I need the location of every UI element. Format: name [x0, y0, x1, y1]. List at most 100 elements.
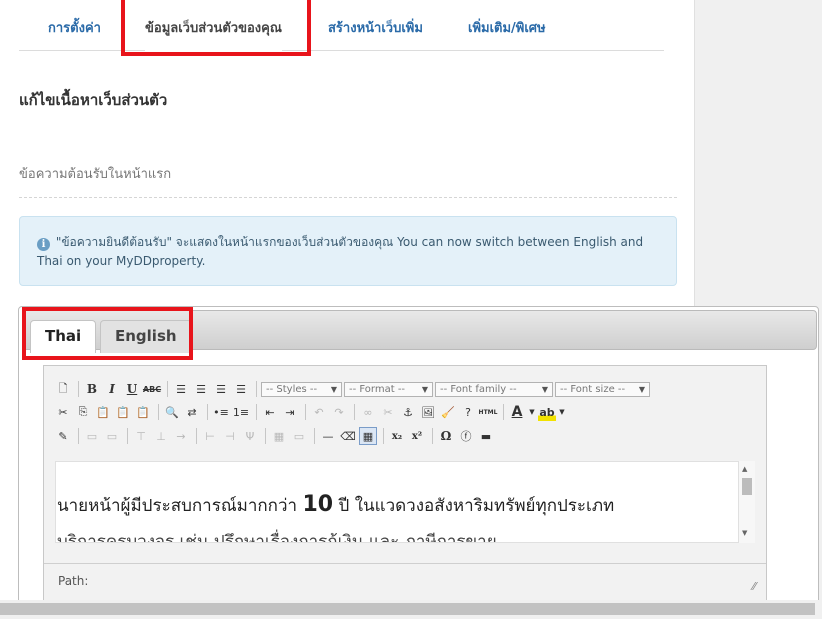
resize-grip-icon[interactable]: ⁄⁄ [752, 580, 756, 593]
separator [503, 404, 504, 420]
editor-scrollbar[interactable]: ▲ ▼ [739, 461, 755, 543]
anchor-icon[interactable]: ⚓ [399, 403, 417, 421]
top-navigation: การตั้งค่า ข้อมูลเว็บส่วนตัวของคุณ สร้าง… [19, 0, 664, 51]
paste-icon[interactable]: 📋 [94, 403, 112, 421]
insert-row-after-icon[interactable]: ⊥ [152, 427, 170, 445]
insert-col-before-icon[interactable]: ⊢ [201, 427, 219, 445]
scroll-up-icon[interactable]: ▲ [742, 465, 747, 473]
html-source-icon[interactable]: HTML [479, 403, 498, 421]
align-right-icon[interactable]: ☰ [212, 380, 230, 398]
underline-icon[interactable]: U [123, 380, 141, 398]
split-cells-icon[interactable]: ▦ [270, 427, 288, 445]
scroll-down-icon[interactable]: ▼ [742, 529, 747, 537]
separator [305, 404, 306, 420]
redo-icon[interactable]: ↷ [330, 403, 348, 421]
toolbar-row-2: ✂ ⎘ 📋 📋 📋 🔍 ⇄ •≡ 1≡ ⇤ ⇥ ↶ ↷ ∞ ✂ ⚓ 🖼 🧹 ? … [54, 402, 568, 422]
info-text: "ข้อความยินดีต้อนรับ" จะแสดงในหน้าแรกของ… [37, 235, 644, 268]
cell-props-icon[interactable]: ▭ [103, 427, 121, 445]
merge-cells-icon[interactable]: ▭ [290, 427, 308, 445]
tab-settings[interactable]: การตั้งค่า [48, 0, 101, 51]
scrollbar-thumb[interactable] [0, 603, 815, 615]
replace-icon[interactable]: ⇄ [183, 403, 201, 421]
horizontal-rule-icon[interactable]: — [319, 427, 337, 445]
edit-icon[interactable]: ✎ [54, 427, 72, 445]
separator [314, 428, 315, 444]
strikethrough-icon[interactable]: ABC [143, 380, 161, 398]
unlink-icon[interactable]: ✂ [379, 403, 397, 421]
separator [78, 381, 79, 397]
active-tab-highlight [121, 0, 311, 56]
content-paragraph-1: นายหน้าผู้มีประสบการณ์มากกว่า 10 ปี ในแว… [57, 492, 615, 517]
delete-col-icon[interactable]: Ψ [241, 427, 259, 445]
page-horizontal-scrollbar[interactable] [0, 600, 822, 619]
chevron-down-icon[interactable]: ▼ [558, 403, 566, 421]
language-tab-highlight [22, 307, 193, 360]
divider [19, 197, 677, 198]
styles-select[interactable]: -- Styles -- ▼ [261, 381, 342, 397]
info-icon: i [37, 238, 50, 251]
special-char-icon[interactable]: Ω [437, 427, 455, 445]
toolbar-row-1: 🗋 B I U ABC ☰ ☰ ☰ ☰ -- Styles -- ▼ -- For… [54, 379, 652, 399]
align-justify-icon[interactable]: ☰ [232, 380, 250, 398]
outdent-icon[interactable]: ⇤ [261, 403, 279, 421]
align-left-icon[interactable]: ☰ [172, 380, 190, 398]
tab-create-page[interactable]: สร้างหน้าเว็บเพิ่ม [328, 0, 423, 51]
editor-content-area[interactable]: นายหน้าผู้มีประสบการณ์มากกว่า 10 ปี ในแว… [55, 461, 739, 543]
media-icon[interactable]: ▬ [477, 427, 495, 445]
separator [196, 428, 197, 444]
chevron-down-icon[interactable]: ▼ [528, 403, 536, 421]
link-icon[interactable]: ∞ [359, 403, 377, 421]
image-icon[interactable]: 🖼 [419, 403, 437, 421]
paste-text-icon[interactable]: 📋 [114, 403, 132, 421]
page-title: แก้ไขเนื้อหาเว็บส่วนตัว [19, 91, 168, 109]
insert-row-before-icon[interactable]: ⊤ [132, 427, 150, 445]
chevron-down-icon: ▼ [638, 384, 645, 394]
separator [78, 428, 79, 444]
separator [256, 404, 257, 420]
table-icon[interactable]: ▦ [359, 427, 377, 445]
tab-extra[interactable]: เพิ่มเติม/พิเศษ [468, 0, 546, 51]
rich-text-editor: 🗋 B I U ABC ☰ ☰ ☰ ☰ -- Styles -- ▼ -- For… [43, 365, 767, 601]
help-icon[interactable]: ? [459, 403, 477, 421]
highlight-color-icon[interactable]: ab [538, 403, 556, 421]
bold-icon[interactable]: B [83, 380, 101, 398]
delete-row-icon[interactable]: → [172, 427, 190, 445]
separator [383, 428, 384, 444]
content-paragraph-2: บริการครบวงจร เช่น ปรึกษาเรื่องการกู้เงิ… [57, 532, 497, 543]
bullet-list-icon[interactable]: •≡ [212, 403, 230, 421]
insert-col-after-icon[interactable]: ⊣ [221, 427, 239, 445]
separator [432, 428, 433, 444]
separator [207, 404, 208, 420]
info-alert: i "ข้อความยินดีต้อนรับ" จะแสดงในหน้าแรกข… [19, 216, 677, 286]
row-props-icon[interactable]: ▭ [83, 427, 101, 445]
find-icon[interactable]: 🔍 [163, 403, 181, 421]
flash-icon[interactable]: ⓕ [457, 427, 475, 445]
copy-icon[interactable]: ⎘ [74, 403, 92, 421]
paste-word-icon[interactable]: 📋 [134, 403, 152, 421]
chevron-down-icon: ▼ [421, 384, 428, 394]
eraser-icon[interactable]: ⌫ [339, 427, 357, 445]
new-document-icon[interactable]: 🗋 [54, 380, 72, 398]
section-label: ข้อความต้อนรับในหน้าแรก [19, 167, 172, 182]
chevron-down-icon: ▼ [330, 384, 337, 394]
scrollbar-thumb[interactable] [742, 478, 752, 495]
cut-icon[interactable]: ✂ [54, 403, 72, 421]
font-family-select[interactable]: -- Font family -- ▼ [435, 381, 553, 397]
undo-icon[interactable]: ↶ [310, 403, 328, 421]
indent-icon[interactable]: ⇥ [281, 403, 299, 421]
italic-icon[interactable]: I [103, 380, 121, 398]
separator [167, 381, 168, 397]
superscript-icon[interactable]: x² [408, 427, 426, 445]
format-select[interactable]: -- Format -- ▼ [344, 381, 433, 397]
separator [256, 381, 257, 397]
path-label: Path: [58, 574, 89, 588]
font-color-icon[interactable]: A [508, 403, 526, 421]
align-center-icon[interactable]: ☰ [192, 380, 210, 398]
chevron-down-icon: ▼ [541, 384, 548, 394]
subscript-icon[interactable]: x₂ [388, 427, 406, 445]
editor-statusbar: Path: ⁄⁄ [44, 563, 766, 601]
font-size-select[interactable]: -- Font size -- ▼ [555, 381, 650, 397]
separator [158, 404, 159, 420]
numbered-list-icon[interactable]: 1≡ [232, 403, 250, 421]
cleanup-icon[interactable]: 🧹 [439, 403, 457, 421]
